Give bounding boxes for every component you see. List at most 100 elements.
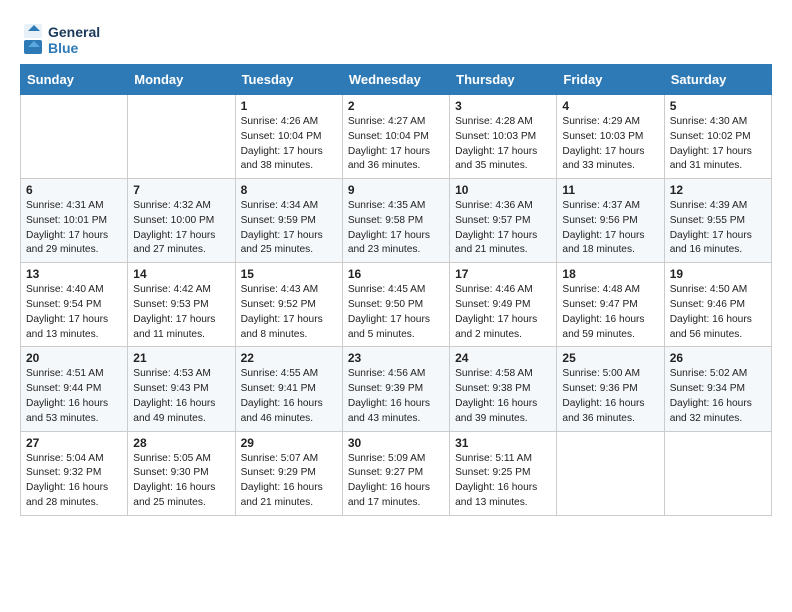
svg-text:Blue: Blue: [48, 40, 79, 56]
day-number: 12: [670, 183, 766, 197]
logo-svg: General Blue: [20, 20, 120, 58]
day-info: Sunrise: 4:34 AM Sunset: 9:59 PM Dayligh…: [241, 199, 337, 258]
day-number: 11: [562, 183, 658, 197]
day-number: 18: [562, 267, 658, 281]
svg-text:General: General: [48, 24, 100, 40]
day-number: 13: [26, 267, 122, 281]
calendar-cell: 20 Sunrise: 4:51 AM Sunset: 9:44 PM Dayli…: [21, 347, 128, 431]
day-number: 29: [241, 436, 337, 450]
day-number: 28: [133, 436, 229, 450]
calendar-cell: 25 Sunrise: 5:00 AM Sunset: 9:36 PM Dayli…: [557, 347, 664, 431]
day-number: 5: [670, 99, 766, 113]
day-info: Sunrise: 4:35 AM Sunset: 9:58 PM Dayligh…: [348, 199, 444, 258]
day-number: 20: [26, 351, 122, 365]
day-number: 2: [348, 99, 444, 113]
day-info: Sunrise: 4:32 AM Sunset: 10:00 PM Daylig…: [133, 199, 229, 258]
day-number: 16: [348, 267, 444, 281]
day-info: Sunrise: 4:31 AM Sunset: 10:01 PM Daylig…: [26, 199, 122, 258]
calendar-cell: [21, 95, 128, 179]
day-number: 24: [455, 351, 551, 365]
calendar-cell: 6 Sunrise: 4:31 AM Sunset: 10:01 PM Dayli…: [21, 179, 128, 263]
calendar-cell: 5 Sunrise: 4:30 AM Sunset: 10:02 PM Dayli…: [664, 95, 771, 179]
day-info: Sunrise: 4:30 AM Sunset: 10:02 PM Daylig…: [670, 115, 766, 174]
day-number: 6: [26, 183, 122, 197]
day-info: Sunrise: 4:46 AM Sunset: 9:49 PM Dayligh…: [455, 283, 551, 342]
day-info: Sunrise: 4:53 AM Sunset: 9:43 PM Dayligh…: [133, 367, 229, 426]
day-number: 10: [455, 183, 551, 197]
calendar-cell: 28Sunrise: 5:05 AM Sunset: 9:30 PM Dayli…: [128, 431, 235, 515]
day-info: Sunrise: 5:11 AM Sunset: 9:25 PM Dayligh…: [455, 452, 551, 511]
day-info: Sunrise: 4:56 AM Sunset: 9:39 PM Dayligh…: [348, 367, 444, 426]
calendar-cell: [664, 431, 771, 515]
day-number: 26: [670, 351, 766, 365]
calendar-cell: 19 Sunrise: 4:50 AM Sunset: 9:46 PM Dayli…: [664, 263, 771, 347]
day-number: 14: [133, 267, 229, 281]
logo: General Blue: [20, 20, 120, 58]
day-info: Sunrise: 5:00 AM Sunset: 9:36 PM Dayligh…: [562, 367, 658, 426]
calendar-cell: 17 Sunrise: 4:46 AM Sunset: 9:49 PM Dayli…: [450, 263, 557, 347]
calendar-cell: 16 Sunrise: 4:45 AM Sunset: 9:50 PM Dayli…: [342, 263, 449, 347]
day-info: Sunrise: 4:27 AM Sunset: 10:04 PM Daylig…: [348, 115, 444, 174]
day-number: 17: [455, 267, 551, 281]
column-header-wednesday: Wednesday: [342, 65, 449, 95]
column-header-saturday: Saturday: [664, 65, 771, 95]
column-header-sunday: Sunday: [21, 65, 128, 95]
logo-container: General Blue: [20, 20, 120, 58]
calendar-cell: 18 Sunrise: 4:48 AM Sunset: 9:47 PM Dayli…: [557, 263, 664, 347]
calendar-cell: 27Sunrise: 5:04 AM Sunset: 9:32 PM Dayli…: [21, 431, 128, 515]
day-info: Sunrise: 4:51 AM Sunset: 9:44 PM Dayligh…: [26, 367, 122, 426]
calendar-cell: 23 Sunrise: 4:56 AM Sunset: 9:39 PM Dayli…: [342, 347, 449, 431]
calendar-week-5: 27Sunrise: 5:04 AM Sunset: 9:32 PM Dayli…: [21, 431, 772, 515]
day-info: Sunrise: 4:42 AM Sunset: 9:53 PM Dayligh…: [133, 283, 229, 342]
day-info: Sunrise: 4:37 AM Sunset: 9:56 PM Dayligh…: [562, 199, 658, 258]
calendar-cell: [128, 95, 235, 179]
column-header-tuesday: Tuesday: [235, 65, 342, 95]
day-number: 22: [241, 351, 337, 365]
day-number: 3: [455, 99, 551, 113]
calendar-cell: 3 Sunrise: 4:28 AM Sunset: 10:03 PM Dayli…: [450, 95, 557, 179]
day-info: Sunrise: 4:29 AM Sunset: 10:03 PM Daylig…: [562, 115, 658, 174]
day-info: Sunrise: 4:40 AM Sunset: 9:54 PM Dayligh…: [26, 283, 122, 342]
calendar-cell: 26 Sunrise: 5:02 AM Sunset: 9:34 PM Dayli…: [664, 347, 771, 431]
day-number: 1: [241, 99, 337, 113]
calendar-week-4: 20 Sunrise: 4:51 AM Sunset: 9:44 PM Dayli…: [21, 347, 772, 431]
day-number: 27: [26, 436, 122, 450]
day-info: Sunrise: 4:28 AM Sunset: 10:03 PM Daylig…: [455, 115, 551, 174]
day-number: 25: [562, 351, 658, 365]
day-info: Sunrise: 4:36 AM Sunset: 9:57 PM Dayligh…: [455, 199, 551, 258]
day-info: Sunrise: 5:09 AM Sunset: 9:27 PM Dayligh…: [348, 452, 444, 511]
day-number: 15: [241, 267, 337, 281]
calendar-cell: 14 Sunrise: 4:42 AM Sunset: 9:53 PM Dayli…: [128, 263, 235, 347]
day-info: Sunrise: 4:50 AM Sunset: 9:46 PM Dayligh…: [670, 283, 766, 342]
calendar-cell: 22 Sunrise: 4:55 AM Sunset: 9:41 PM Dayli…: [235, 347, 342, 431]
day-number: 31: [455, 436, 551, 450]
day-number: 23: [348, 351, 444, 365]
day-info: Sunrise: 4:26 AM Sunset: 10:04 PM Daylig…: [241, 115, 337, 174]
calendar-week-3: 13 Sunrise: 4:40 AM Sunset: 9:54 PM Dayli…: [21, 263, 772, 347]
day-number: 8: [241, 183, 337, 197]
day-info: Sunrise: 4:48 AM Sunset: 9:47 PM Dayligh…: [562, 283, 658, 342]
calendar-cell: 1 Sunrise: 4:26 AM Sunset: 10:04 PM Dayli…: [235, 95, 342, 179]
day-info: Sunrise: 4:45 AM Sunset: 9:50 PM Dayligh…: [348, 283, 444, 342]
day-number: 19: [670, 267, 766, 281]
day-number: 21: [133, 351, 229, 365]
day-number: 30: [348, 436, 444, 450]
calendar-cell: 2 Sunrise: 4:27 AM Sunset: 10:04 PM Dayli…: [342, 95, 449, 179]
column-header-thursday: Thursday: [450, 65, 557, 95]
day-info: Sunrise: 5:07 AM Sunset: 9:29 PM Dayligh…: [241, 452, 337, 511]
calendar-cell: 24Sunrise: 4:58 AM Sunset: 9:38 PM Dayli…: [450, 347, 557, 431]
calendar-cell: [557, 431, 664, 515]
calendar-cell: 15Sunrise: 4:43 AM Sunset: 9:52 PM Dayli…: [235, 263, 342, 347]
calendar-cell: 21 Sunrise: 4:53 AM Sunset: 9:43 PM Dayli…: [128, 347, 235, 431]
calendar-cell: 8 Sunrise: 4:34 AM Sunset: 9:59 PM Daylig…: [235, 179, 342, 263]
day-info: Sunrise: 5:02 AM Sunset: 9:34 PM Dayligh…: [670, 367, 766, 426]
calendar-week-2: 6 Sunrise: 4:31 AM Sunset: 10:01 PM Dayli…: [21, 179, 772, 263]
calendar-week-1: 1 Sunrise: 4:26 AM Sunset: 10:04 PM Dayli…: [21, 95, 772, 179]
calendar-cell: 31 Sunrise: 5:11 AM Sunset: 9:25 PM Dayli…: [450, 431, 557, 515]
calendar-cell: 11 Sunrise: 4:37 AM Sunset: 9:56 PM Dayli…: [557, 179, 664, 263]
column-header-monday: Monday: [128, 65, 235, 95]
day-number: 4: [562, 99, 658, 113]
day-info: Sunrise: 4:55 AM Sunset: 9:41 PM Dayligh…: [241, 367, 337, 426]
calendar-table: SundayMondayTuesdayWednesdayThursdayFrid…: [20, 64, 772, 516]
column-header-friday: Friday: [557, 65, 664, 95]
